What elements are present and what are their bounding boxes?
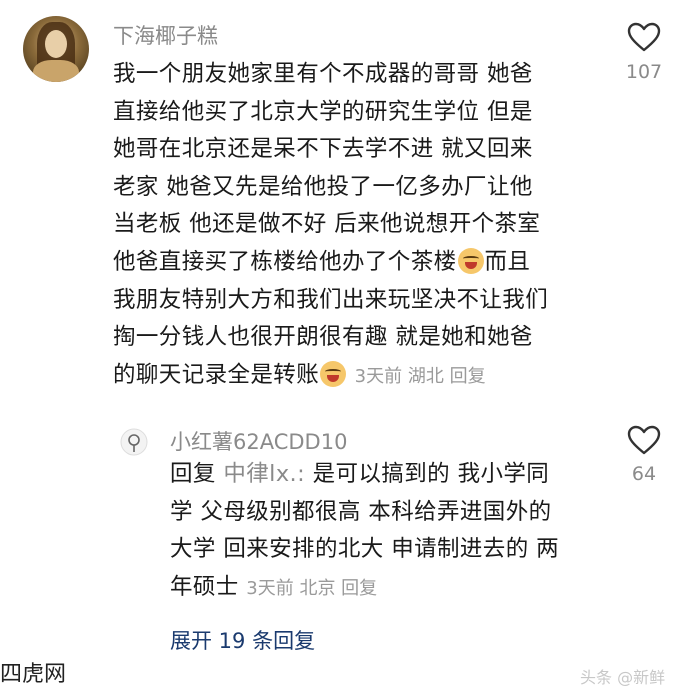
comment-meta[interactable]: 3天前 北京 回复 [246,578,377,599]
like-count: 64 [631,463,657,485]
comment-username[interactable]: 下海椰子糕 [113,20,218,50]
comment-line: 掏一分钱人也很开朗很有趣 就是她和她爸 [113,324,533,351]
reply-avatar[interactable] [120,428,148,456]
watermark: 头条 @新鲜 [580,668,666,687]
comment-line: 年硕士 3天前 北京 回复 [170,573,378,600]
comment-line: 当老板 他还是做不好 后来他说想开个茶室 [113,211,541,238]
comment-line: 回复 中律lx.: 是可以搞到的 我小学同 [170,461,550,487]
comment-line: 她哥在北京还是呆不下去学不进 就又回来 [113,136,533,163]
comment-line: 我一个朋友她家里有个不成器的哥哥 她爸 [113,61,533,87]
comment-line: 学 父母级别都很高 本科给弄进国外的 [170,498,552,525]
heart-icon [627,22,661,52]
crying-face-icon [457,247,484,274]
user-avatar[interactable] [23,16,89,82]
mention-link[interactable]: 中律lx.: [223,461,305,487]
comment-line: 我朋友特别大方和我们出来玩坚决不让我们 [113,286,549,313]
comment-line: 他爸直接买了栋楼给他办了个茶楼 而且 [113,247,531,275]
crying-face-icon [320,360,347,387]
reply-body[interactable]: 回复 中律lx.: 是可以搞到的 我小学同 学 父母级别都很高 本科给弄进国外的… [170,456,610,607]
comment-line: 的聊天记录全是转账 3天前 湖北 回复 [113,360,486,388]
expand-replies-button[interactable]: 展开 19 条回复 [170,625,315,655]
comment-line: 大学 回来安排的北大 申请制进去的 两 [170,536,560,563]
comment-line: 直接给他买了北京大学的研究生学位 但是 [113,98,533,125]
like-count: 107 [625,61,663,83]
reply-username[interactable]: 小红薯62ACDD10 [170,426,347,456]
like-button[interactable] [624,425,664,459]
comment-line: 老家 她爸又先是给他投了一亿多办厂让他 [113,173,533,200]
watermark: 四虎网 [0,662,67,687]
comment-body[interactable]: 我一个朋友她家里有个不成器的哥哥 她爸 直接给他买了北京大学的研究生学位 但是 … [113,56,593,395]
like-button[interactable] [624,22,664,56]
heart-icon [627,425,661,455]
comment-meta[interactable]: 3天前 湖北 回复 [355,366,486,387]
